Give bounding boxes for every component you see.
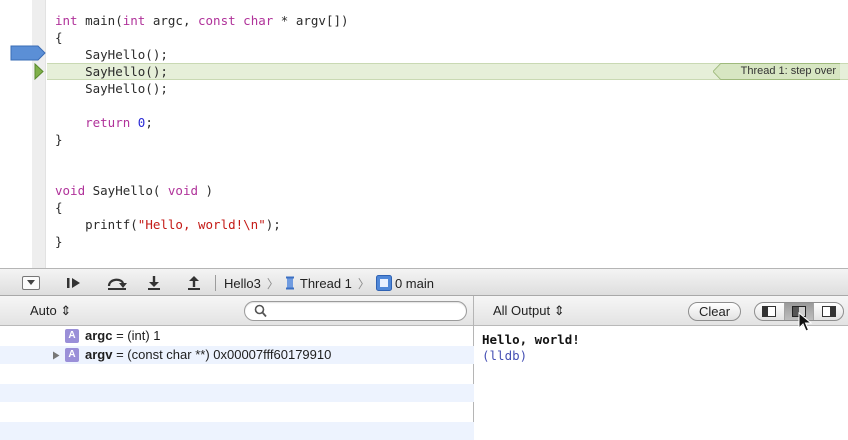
- step-out-icon: [188, 276, 200, 290]
- jump-bar-thread[interactable]: Thread 1: [300, 276, 352, 291]
- search-field[interactable]: [244, 301, 467, 321]
- breakpoint-gutter[interactable]: [0, 0, 32, 268]
- variable-type-icon: A: [65, 348, 79, 362]
- variables-view: Auto ⇕ A argc = (int) 1 A argv = (const …: [0, 296, 474, 440]
- clear-button[interactable]: Clear: [688, 302, 741, 321]
- variable-row-argv[interactable]: A argv = (const char **) 0x00007fff60179…: [0, 346, 474, 364]
- chevron-right-icon: 〉: [266, 276, 279, 291]
- console-header: All Output ⇕ Clear: [474, 296, 848, 332]
- variables-header: Auto ⇕: [0, 296, 473, 326]
- source-editor[interactable]: int main(int argc, const char * argv[]) …: [0, 0, 848, 268]
- variable-name: argv: [85, 347, 113, 362]
- variable-row-argc[interactable]: A argc = (int) 1: [0, 327, 474, 345]
- debug-bar: Hello3 〉 Thread 1 〉 0 main: [0, 268, 848, 296]
- step-into-button[interactable]: [144, 274, 164, 292]
- variable-value: = (const char **) 0x00007fff60179910: [112, 347, 332, 362]
- show-variables-only-button[interactable]: [755, 303, 785, 320]
- code-line-close-brace-2[interactable]: }: [55, 233, 63, 250]
- toolbar-divider: [215, 275, 216, 291]
- breakpoint-icon[interactable]: [10, 45, 46, 61]
- search-icon: [254, 304, 267, 318]
- variable-text: argv = (const char **) 0x00007fff6017991…: [85, 347, 331, 362]
- console-output-line: Hello, world!: [482, 332, 580, 347]
- jump-bar-target[interactable]: Hello3: [224, 276, 261, 291]
- code-line-call-1[interactable]: SayHello();: [55, 46, 168, 63]
- jump-bar: Hello3 〉 Thread 1 〉 0 main: [224, 274, 434, 292]
- chevron-right-icon: 〉: [357, 276, 370, 291]
- step-into-icon: [148, 276, 160, 290]
- code-line-open-brace[interactable]: {: [55, 29, 63, 46]
- step-over-button[interactable]: [106, 274, 128, 292]
- variable-text: argc = (int) 1: [85, 328, 161, 343]
- console-view[interactable]: All Output ⇕ Clear Hello, world! (lldb): [474, 296, 848, 440]
- variable-name: argc: [85, 328, 113, 343]
- code-line-close-brace[interactable]: }: [55, 131, 63, 148]
- jump-bar-frame[interactable]: 0 main: [395, 276, 434, 291]
- line-gutter: [32, 0, 46, 268]
- disclosure-triangle-icon[interactable]: [52, 351, 60, 360]
- continue-icon: [67, 278, 80, 288]
- thread-status-text: Thread 1: step over: [740, 65, 836, 77]
- empty-row: [0, 365, 474, 383]
- empty-row: [0, 403, 474, 421]
- mouse-cursor-icon: [798, 312, 812, 332]
- output-filter-selector[interactable]: All Output ⇕: [493, 303, 565, 319]
- empty-row: [0, 422, 474, 440]
- step-out-button[interactable]: [184, 274, 204, 292]
- console-prompt[interactable]: (lldb): [482, 348, 527, 363]
- continue-button[interactable]: [64, 274, 84, 292]
- code-line-return[interactable]: return 0;: [55, 114, 153, 131]
- scope-selector[interactable]: Auto ⇕: [30, 303, 71, 319]
- right-panel-icon: [821, 306, 836, 317]
- thread-status-badge: Thread 1: step over: [712, 63, 840, 80]
- code-line-call-3[interactable]: SayHello();: [55, 80, 168, 97]
- code-line-printf[interactable]: printf("Hello, world!\n");: [55, 216, 281, 233]
- variable-type-icon: A: [65, 329, 79, 343]
- code-line-call-2[interactable]: SayHello();: [55, 63, 168, 80]
- chevron-down-icon: [27, 280, 35, 285]
- empty-row: [0, 384, 474, 402]
- hide-debug-area-button[interactable]: [22, 276, 40, 290]
- show-console-only-button[interactable]: [814, 303, 843, 320]
- stack-frame-icon: [375, 275, 392, 291]
- step-over-icon: [107, 278, 127, 290]
- program-counter-icon[interactable]: [34, 63, 44, 80]
- variable-value: = (int) 1: [112, 328, 161, 343]
- search-input[interactable]: [273, 303, 458, 319]
- code-line-open-brace-2[interactable]: {: [55, 199, 63, 216]
- code-line-sayhello-decl[interactable]: void SayHello( void ): [55, 182, 213, 199]
- thread-icon: [285, 276, 294, 290]
- code-line-main-decl[interactable]: int main(int argc, const char * argv[]): [55, 12, 349, 29]
- left-panel-icon: [762, 306, 777, 317]
